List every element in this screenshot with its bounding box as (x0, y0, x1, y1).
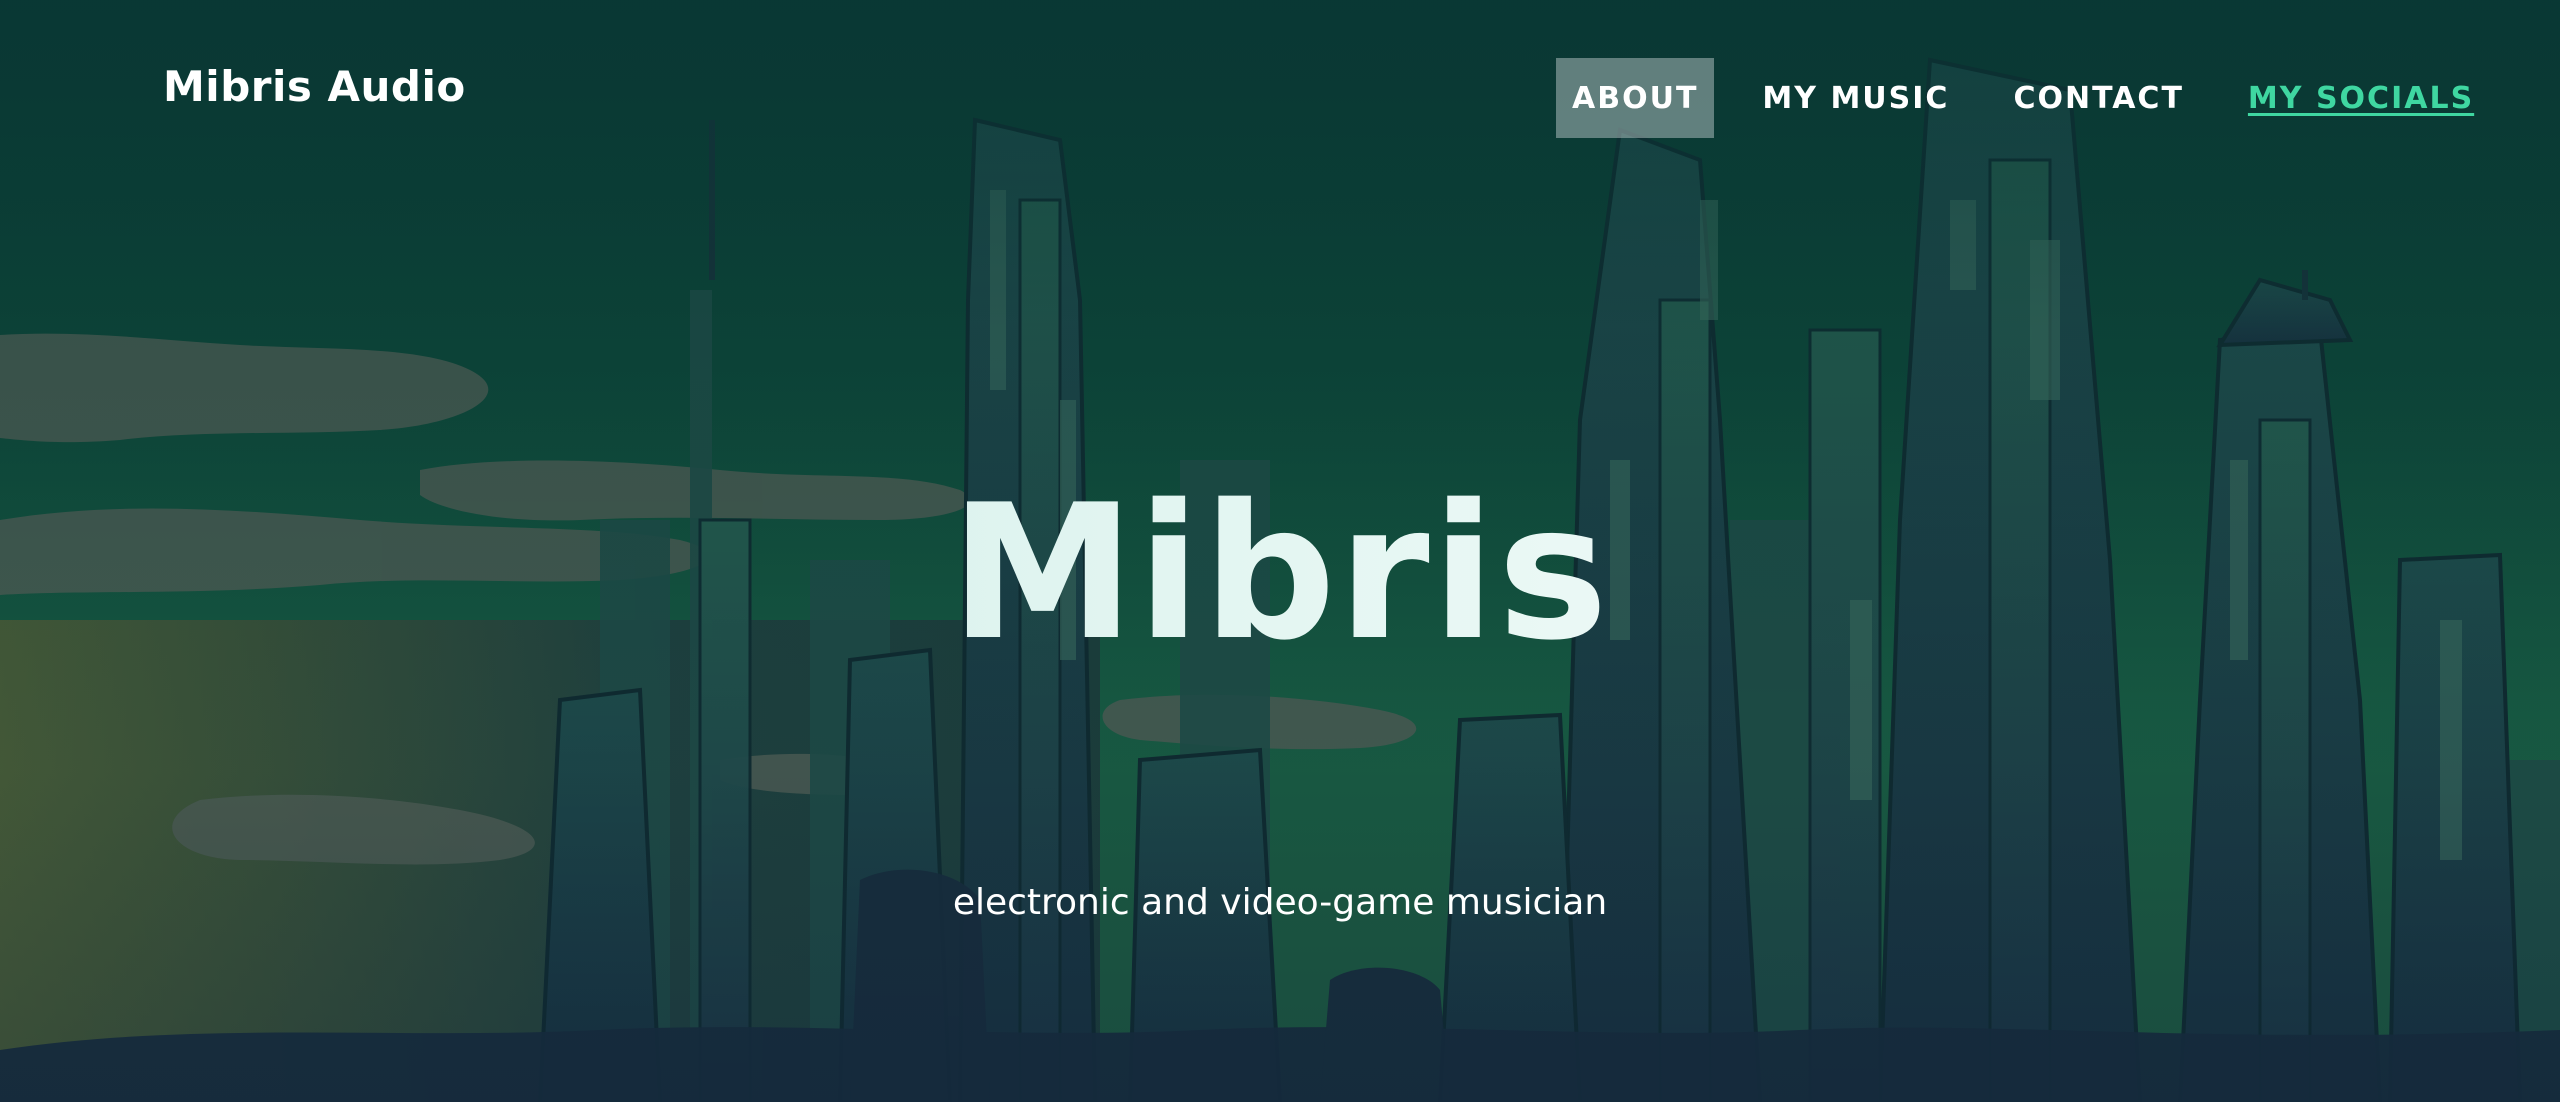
nav-link-about[interactable]: ABOUT (1556, 58, 1715, 138)
nav-link-contact[interactable]: CONTACT (1997, 58, 2199, 138)
nav-item-about: ABOUT (1556, 58, 1715, 138)
nav-item-my-socials: MY SOCIALS (2232, 58, 2490, 138)
nav-link-my-socials[interactable]: MY SOCIALS (2232, 58, 2490, 138)
nav-link-my-music[interactable]: MY MUSIC (1746, 58, 1965, 138)
hero-section: Mibris Audio ABOUT MY MUSIC CONTACT MY S… (0, 0, 2560, 1102)
nav-item-my-music: MY MUSIC (1746, 58, 1965, 138)
nav-item-contact: CONTACT (1997, 58, 2199, 138)
hero-title: Mibris (0, 480, 2560, 666)
main-nav: ABOUT MY MUSIC CONTACT MY SOCIALS (1556, 58, 2490, 138)
brand-logo-link[interactable]: Mibris Audio (163, 62, 466, 111)
hero-subtitle: electronic and video-game musician (952, 882, 1608, 923)
